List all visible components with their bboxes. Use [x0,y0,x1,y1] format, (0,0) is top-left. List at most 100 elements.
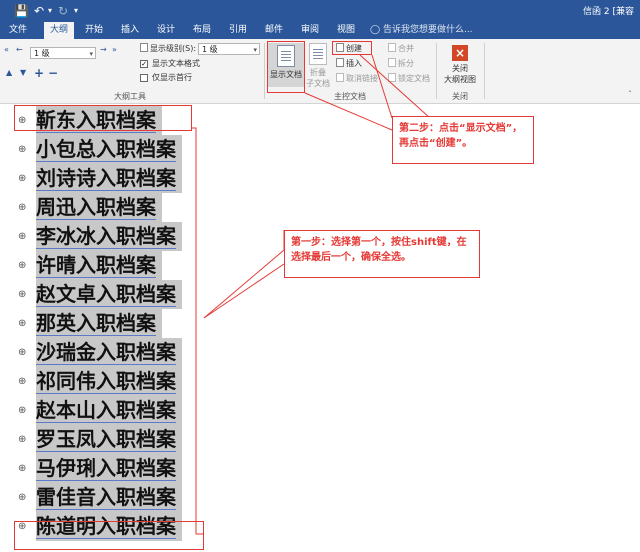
group-separator [264,43,265,99]
outline-expand-icon[interactable]: ⊕ [18,493,27,503]
outline-expand-icon[interactable]: ⊕ [18,464,27,474]
group-separator [484,43,485,99]
document-title: 信函 2 [兼容 [583,7,634,17]
outline-expand-icon[interactable]: ⊕ [18,406,27,416]
ribbon: « ← 1 级 ▾ → » ▲ ▼ + − 显示级别(S): 1 级 ▾ ✓ 显示文… [0,39,640,104]
show-level-label: 显示级别(S): [140,43,196,54]
tell-me-search[interactable]: ◯ 告诉我您想要做什么... [370,22,473,39]
ribbon-tabs: 文件 大纲 开始 插入 设计 布局 引用 邮件 审阅 视图 ◯ 告诉我您想要做什… [0,22,640,39]
level-icon [140,43,148,52]
collapse-ribbon-icon[interactable]: ˆ [628,89,632,100]
redo-icon[interactable]: ↻ [58,3,68,19]
outline-item-text[interactable]: 沙瑞金入职档案 [36,338,182,367]
insert-label: 插入 [346,59,362,68]
tab-home[interactable]: 开始 [80,22,108,39]
lightbulb-icon: ◯ [370,25,381,35]
show-first-line-checkbox[interactable] [140,74,148,82]
split-label: 拆分 [398,59,414,68]
show-first-line-label: 仅显示首行 [152,73,192,82]
tab-review[interactable]: 审阅 [296,22,324,39]
outline-item-text[interactable]: 赵文卓入职档案 [36,280,182,309]
outline-expand-icon[interactable]: ⊕ [18,174,27,184]
outline-expand-icon[interactable]: ⊕ [18,435,27,445]
outline-item-text[interactable]: 刘诗诗入职档案 [36,164,182,193]
undo-icon[interactable]: ↶ [34,3,44,19]
outline-item-text[interactable]: 周迅入职档案 [36,193,162,222]
outline-expand-icon[interactable]: ⊕ [18,348,27,358]
close-icon: × [452,45,468,61]
outline-item-text[interactable]: 小包总入职档案 [36,135,182,164]
chevron-down-icon: ▾ [253,46,257,54]
outline-item-text[interactable]: 那英入职档案 [36,309,162,338]
outline-expand-icon[interactable]: ⊕ [18,232,27,242]
outline-item-text[interactable]: 罗玉凤入职档案 [36,425,182,454]
outline-expand-icon[interactable]: ⊕ [18,145,27,155]
outline-expand-icon[interactable]: ⊕ [18,377,27,387]
unlink-label: 取消链接 [346,74,378,83]
tab-outline[interactable]: 大纲 [44,22,74,39]
tab-view[interactable]: 视图 [332,22,360,39]
tab-mailings[interactable]: 邮件 [260,22,288,39]
group-separator [436,43,437,99]
split-icon [388,58,396,67]
tab-layout[interactable]: 布局 [188,22,216,39]
split-button[interactable]: 拆分 [388,58,414,69]
show-level-value: 1 级 [202,45,218,54]
demote-icon[interactable]: → [100,45,107,54]
close-label-line1: 关闭 [452,64,468,73]
collapse-subdocument-icon [309,43,327,65]
lock-document-button[interactable]: 锁定文档 [388,73,430,84]
tab-references[interactable]: 引用 [224,22,252,39]
outline-item-text[interactable]: 马伊琍入职档案 [36,454,182,483]
lock-document-label: 锁定文档 [398,74,430,83]
collapse-icon[interactable]: − [48,66,58,80]
outline-document: ⊕ 靳东入职档案 ⊕ 小包总入职档案 ⊕ 刘诗诗入职档案 ⊕ 周迅入职档案 ⊕ 李冰冰入职… [0,104,640,552]
outline-item-text[interactable]: 李冰冰入职档案 [36,222,182,251]
outline-expand-icon[interactable]: ⊕ [18,319,27,329]
demote-to-body-icon[interactable]: » [112,45,117,54]
outline-expand-icon[interactable]: ⊕ [18,261,27,271]
merge-button[interactable]: 合并 [388,43,414,54]
insert-icon [336,58,344,67]
outline-expand-icon[interactable]: ⊕ [18,203,27,213]
outline-expand-icon[interactable]: ⊕ [18,290,27,300]
promote-to-heading-icon[interactable]: « [4,45,9,54]
expand-icon[interactable]: + [34,66,44,80]
promote-icon[interactable]: ← [16,45,23,54]
move-up-icon[interactable]: ▲ [6,68,12,77]
outline-item-text[interactable]: 赵本山入职档案 [36,396,182,425]
move-down-icon[interactable]: ▼ [20,68,26,77]
tell-me-label: 告诉我您想要做什么... [382,25,473,35]
collapse-label-line2: 子文档 [306,79,330,88]
merge-icon [388,43,396,52]
close-outline-view-button[interactable]: × 关闭 大纲视图 [440,45,480,85]
chevron-down-icon: ▾ [89,50,93,58]
outline-level-dropdown[interactable]: 1 级 ▾ [30,47,96,59]
tab-file[interactable]: 文件 [4,22,32,39]
tab-design[interactable]: 设计 [152,22,180,39]
insert-button[interactable]: 插入 [336,58,362,69]
undo-dropdown-icon[interactable]: ▾ [48,3,52,19]
outline-item-text[interactable]: 雷佳音入职档案 [36,483,182,512]
master-document-group-label: 主控文档 [334,92,366,101]
create-button-highlight [332,41,372,55]
outline-item-text[interactable]: 许晴入职档案 [36,251,162,280]
show-format-checkbox[interactable]: ✓ [140,60,148,68]
unlink-icon [336,73,344,82]
show-level-text: 显示级别(S): [150,44,197,53]
show-level-dropdown[interactable]: 1 级 ▾ [198,43,260,55]
lock-icon [388,73,396,82]
close-label-line2: 大纲视图 [444,75,476,84]
customize-icon[interactable]: ▾ [74,3,78,19]
merge-label: 合并 [398,44,414,53]
tab-insert[interactable]: 插入 [116,22,144,39]
unlink-button[interactable]: 取消链接 [336,73,378,84]
outline-level-value: 1 级 [34,49,50,58]
save-icon[interactable]: 💾 [14,3,29,19]
outline-tools-group-label: 大纲工具 [114,92,146,101]
show-document-highlight [267,41,305,93]
collapse-subdocuments-button[interactable]: 折叠 子文档 [306,43,330,89]
outline-item-text[interactable]: 祁同伟入职档案 [36,367,182,396]
collapse-label-line1: 折叠 [310,68,326,77]
first-item-highlight [14,105,192,131]
